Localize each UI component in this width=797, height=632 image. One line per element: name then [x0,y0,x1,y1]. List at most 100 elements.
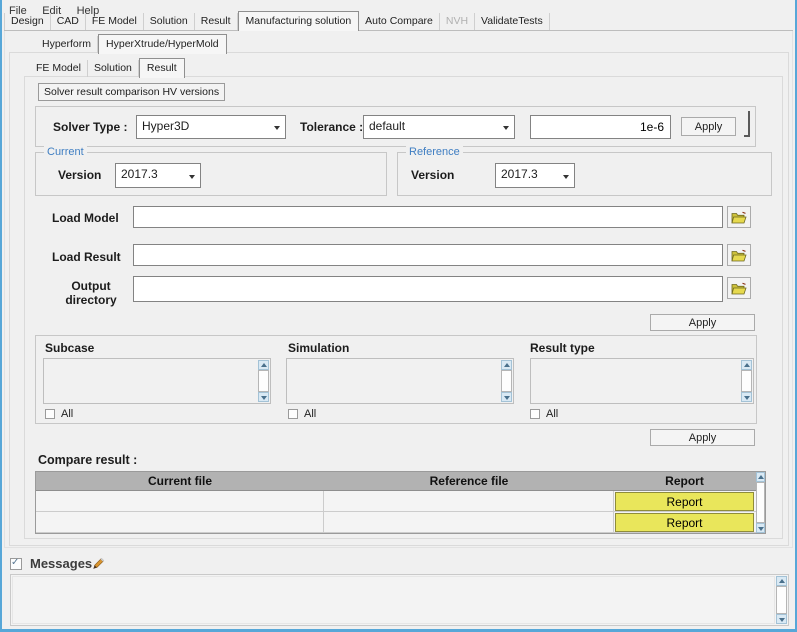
subcase-listbox-scrollbar[interactable] [258,360,269,402]
solver-type-select[interactable]: Hyper3D [136,115,286,139]
load-model-browse-button[interactable] [727,206,751,228]
reference-version-value: 2017.3 [501,167,538,181]
reference-group-legend: Reference [406,146,463,158]
tolerance-input[interactable] [530,115,671,139]
cell-reference-file[interactable] [324,491,614,511]
scroll-thumb[interactable] [501,370,512,392]
table-scrollbar[interactable] [756,472,765,533]
scroll-thumb[interactable] [756,482,765,523]
scroll-down-icon[interactable] [756,523,765,533]
load-result-input[interactable] [133,244,723,266]
sub-tab-bar: Hyperform HyperXtrude/HyperMold [36,36,227,53]
scroll-up-icon[interactable] [258,360,269,370]
inner-tab-fe-model[interactable]: FE Model [30,60,88,77]
output-directory-browse-button[interactable] [727,277,751,299]
scroll-down-icon[interactable] [776,614,787,624]
messages-scrollbar[interactable] [776,576,787,624]
table-row: Report [36,491,765,512]
scroll-down-icon[interactable] [741,392,752,402]
scroll-down-icon[interactable] [501,392,512,402]
subcase-label: Subcase [45,341,94,355]
subcase-listbox[interactable] [43,358,271,404]
load-result-label: Load Result [52,250,121,264]
tab-fe-model[interactable]: FE Model [86,13,144,30]
current-version-label: Version [58,168,101,182]
scroll-up-icon[interactable] [756,472,765,482]
column-header-report[interactable]: Report [614,472,755,490]
tab-result[interactable]: Result [195,13,238,30]
tab-solution[interactable]: Solution [144,13,195,30]
cell-reference-file[interactable] [324,512,614,532]
reference-version-group: Reference Version 2017.3 [397,152,772,196]
solver-settings-group: Solver Type : Hyper3D Tolerance : defaul… [35,106,756,147]
cell-current-file[interactable] [36,512,324,532]
messages-label: Messages [30,556,92,571]
dropdown-arrow-icon [274,126,280,130]
report-button[interactable]: Report [615,513,754,532]
simulation-listbox-scrollbar[interactable] [501,360,512,402]
output-directory-input[interactable] [133,276,723,302]
simulation-listbox[interactable] [286,358,514,404]
messages-output-area[interactable] [10,574,789,626]
messages-content [12,576,775,624]
compare-result-table: Current file Reference file Report Repor… [35,471,766,534]
scroll-down-icon[interactable] [258,392,269,402]
tab-hyperxtrude-hypermold[interactable]: HyperXtrude/HyperMold [98,34,227,54]
load-model-label: Load Model [52,211,119,225]
compare-result-title: Compare result : [38,453,137,467]
result-type-listbox[interactable] [530,358,754,404]
tab-nvh[interactable]: NVH [440,13,475,30]
current-version-group: Current Version 2017.3 [35,152,387,196]
solver-result-comparison-button[interactable]: Solver result comparison HV versions [38,83,225,101]
dropdown-arrow-icon [189,175,195,179]
dropdown-arrow-icon [563,175,569,179]
subcase-all-checkbox[interactable] [45,409,55,419]
current-group-legend: Current [44,146,87,158]
inner-tab-solution[interactable]: Solution [88,60,139,77]
scroll-up-icon[interactable] [776,576,787,586]
result-type-listbox-scrollbar[interactable] [741,360,752,402]
folder-open-icon [731,249,747,262]
scroll-up-icon[interactable] [741,360,752,370]
menu-bar: File Edit Help [2,0,795,14]
cell-report: Report [614,512,755,532]
simulation-label: Simulation [288,341,349,355]
paths-apply-button[interactable]: Apply [650,314,755,331]
output-directory-label: Output directory [50,279,132,307]
load-model-input[interactable] [133,206,723,228]
column-header-reference-file[interactable]: Reference file [324,472,614,490]
edit-pencil-icon[interactable] [90,557,105,572]
scroll-thumb[interactable] [776,586,787,614]
tolerance-label: Tolerance : [300,120,363,134]
tab-validatetests[interactable]: ValidateTests [475,13,550,30]
cell-report: Report [614,491,755,511]
scroll-up-icon[interactable] [501,360,512,370]
tolerance-select[interactable]: default [363,115,515,139]
report-button[interactable]: Report [615,492,754,511]
tab-cad[interactable]: CAD [51,13,86,30]
inner-tab-result[interactable]: Result [139,58,185,78]
current-version-select[interactable]: 2017.3 [115,163,201,188]
main-tab-bar: Design CAD FE Model Solution Result Manu… [4,14,793,31]
selection-group: Subcase Simulation Result type [35,335,757,424]
scroll-thumb[interactable] [741,370,752,392]
table-row: Report [36,512,765,533]
selection-apply-button[interactable]: Apply [650,429,755,446]
tab-manufacturing-solution[interactable]: Manufacturing solution [238,11,360,31]
scroll-thumb[interactable] [258,370,269,392]
result-type-all-checkbox[interactable] [530,409,540,419]
load-result-browse-button[interactable] [727,244,751,266]
column-header-current-file[interactable]: Current file [36,472,324,490]
table-header-row: Current file Reference file Report [36,472,765,491]
messages-checkbox[interactable] [10,558,22,570]
reference-version-select[interactable]: 2017.3 [495,163,575,188]
folder-open-icon [731,211,747,224]
tolerance-value: default [369,119,405,133]
tab-auto-compare[interactable]: Auto Compare [359,13,440,30]
tab-hyperform[interactable]: Hyperform [36,36,98,53]
folder-open-icon [731,282,747,295]
solver-apply-button[interactable]: Apply [681,117,736,136]
tab-design[interactable]: Design [4,13,51,30]
simulation-all-checkbox[interactable] [288,409,298,419]
cell-current-file[interactable] [36,491,324,511]
